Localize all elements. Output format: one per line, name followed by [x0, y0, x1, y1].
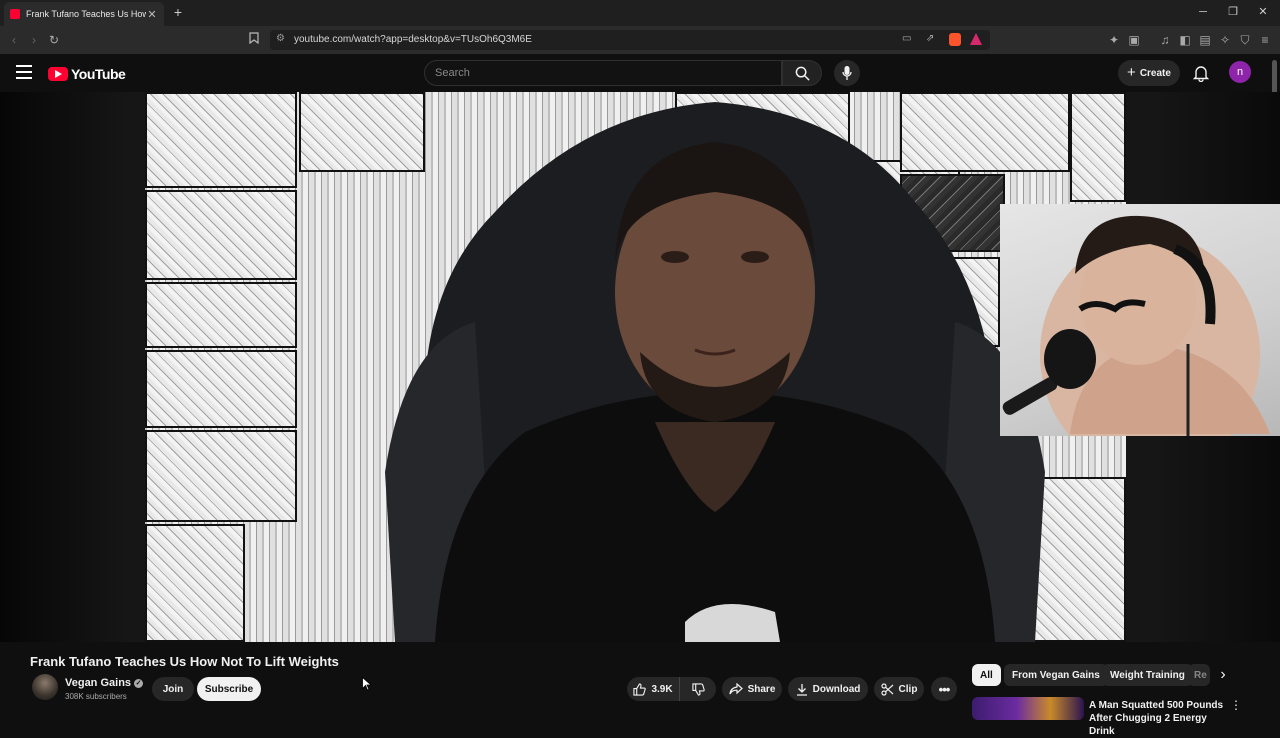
clip-button[interactable]: Clip — [874, 677, 924, 701]
vpn-shield-icon[interactable]: ⛉ — [1237, 32, 1253, 48]
more-actions-button[interactable]: ••• — [931, 677, 957, 701]
back-icon[interactable]: ‹ — [6, 32, 22, 48]
sidebar-panel-icon[interactable]: ▣ — [1126, 32, 1142, 48]
chip-weight-training[interactable]: Weight Training — [1102, 664, 1193, 686]
brave-shield-icon[interactable] — [949, 33, 961, 46]
webcam-person — [1002, 215, 1270, 436]
manga-panel — [145, 524, 245, 642]
streamer-figure — [385, 102, 1045, 642]
voice-search-button[interactable] — [834, 60, 860, 86]
thumbs-down-icon — [691, 682, 705, 696]
brave-rewards-icon[interactable] — [970, 33, 982, 45]
manga-panel — [145, 190, 297, 280]
microphone-icon — [842, 66, 852, 80]
video-title: Frank Tufano Teaches Us How Not To Lift … — [30, 654, 339, 669]
chip-related[interactable]: Re — [1188, 664, 1210, 686]
extensions-icon[interactable]: ✦ — [1106, 32, 1122, 48]
youtube-play-icon — [48, 67, 68, 81]
forward-icon[interactable]: › — [26, 32, 42, 48]
minimize-icon[interactable]: ─ — [1193, 4, 1213, 20]
chip-from-vegan-gains[interactable]: From Vegan Gains — [1004, 664, 1108, 686]
share-page-icon[interactable]: ⇗ — [926, 33, 934, 44]
share-icon — [728, 683, 743, 695]
dislike-button[interactable] — [679, 677, 716, 701]
channel-avatar[interactable] — [32, 674, 58, 700]
recommended-video-thumbnail[interactable] — [972, 697, 1084, 720]
video-player[interactable] — [0, 92, 1280, 642]
search-button[interactable] — [782, 60, 822, 86]
youtube-favicon-icon — [10, 9, 20, 19]
channel-name: Vegan Gains — [65, 677, 132, 689]
join-button[interactable]: Join — [152, 677, 194, 701]
wallet-icon[interactable]: ▤ — [1197, 32, 1213, 48]
leo-ai-icon[interactable]: ✧ — [1217, 32, 1233, 48]
chip-all[interactable]: All — [972, 664, 1001, 686]
share-label: Share — [747, 683, 776, 695]
hamburger-menu-icon[interactable] — [16, 65, 32, 79]
like-count: 3.9K — [651, 683, 673, 695]
logo-text: YouTube — [71, 66, 126, 82]
sidebar-toggle-icon[interactable]: ◧ — [1177, 32, 1193, 48]
notifications-bell-icon[interactable] — [1192, 64, 1210, 82]
manga-panel — [145, 350, 297, 428]
search-icon — [795, 66, 810, 81]
share-button[interactable]: Share — [722, 677, 782, 701]
site-settings-icon[interactable]: ⚙ — [276, 33, 285, 44]
cast-icon[interactable]: ▭ — [902, 33, 911, 44]
youtube-header: YouTube Search + Create n — [0, 54, 1280, 92]
clip-label: Clip — [898, 683, 918, 695]
new-tab-icon[interactable]: + — [170, 4, 186, 20]
manga-panel — [145, 430, 297, 522]
media-icon[interactable]: ♫ — [1157, 32, 1173, 48]
download-button[interactable]: Download — [788, 677, 868, 701]
subscriber-count: 308K subscribers — [65, 692, 127, 701]
plus-icon: + — [1127, 64, 1136, 81]
search-input[interactable]: Search — [424, 60, 782, 86]
mouse-cursor-icon — [362, 677, 372, 691]
create-button[interactable]: + Create — [1118, 60, 1180, 86]
manga-panel — [1070, 92, 1126, 202]
manga-panel — [145, 282, 297, 348]
url-text: youtube.com/watch?app=desktop&v=TUsOh6Q3… — [294, 34, 532, 45]
browser-nav-bar: ‹ › ↻ ⚙ youtube.com/watch?app=desktop&v=… — [0, 26, 1280, 54]
join-label: Join — [162, 683, 184, 695]
create-label: Create — [1139, 67, 1171, 79]
user-avatar[interactable]: n — [1229, 61, 1251, 83]
address-bar[interactable]: ⚙ youtube.com/watch?app=desktop&v=TUsOh6… — [270, 30, 990, 50]
subscribe-button[interactable]: Subscribe — [197, 677, 261, 701]
restore-icon[interactable]: ❐ — [1223, 4, 1243, 20]
thumbs-up-icon — [633, 682, 647, 696]
youtube-logo[interactable]: YouTube — [48, 66, 126, 82]
scissors-icon — [880, 682, 893, 696]
more-vertical-icon[interactable]: ⋮ — [1230, 699, 1242, 711]
recommended-video-title[interactable]: A Man Squatted 500 Pounds After Chugging… — [1089, 699, 1229, 738]
channel-name-link[interactable]: Vegan Gains ✓ — [65, 677, 144, 689]
webcam-overlay — [1000, 204, 1280, 436]
like-button[interactable]: 3.9K — [627, 677, 679, 701]
reload-icon[interactable]: ↻ — [46, 32, 62, 48]
tab-title: Frank Tufano Teaches Us How Not To Lift … — [26, 9, 146, 19]
close-tab-icon[interactable]: ✕ — [146, 8, 158, 21]
download-icon — [796, 683, 807, 696]
manga-panel — [145, 92, 297, 188]
verified-badge-icon: ✓ — [134, 678, 144, 688]
bookmark-icon[interactable] — [246, 32, 262, 48]
video-frame[interactable] — [145, 92, 1126, 642]
browser-tab-bar: Frank Tufano Teaches Us How Not To Lift … — [0, 0, 1280, 26]
more-horizontal-icon: ••• — [938, 681, 951, 697]
browser-menu-icon[interactable]: ≡ — [1257, 32, 1273, 48]
close-window-icon[interactable]: ✕ — [1253, 4, 1273, 20]
download-label: Download — [812, 683, 861, 695]
subscribe-label: Subscribe — [204, 683, 254, 695]
browser-tab[interactable]: Frank Tufano Teaches Us How Not To Lift … — [4, 2, 164, 26]
chevron-right-icon[interactable]: › — [1214, 666, 1232, 684]
